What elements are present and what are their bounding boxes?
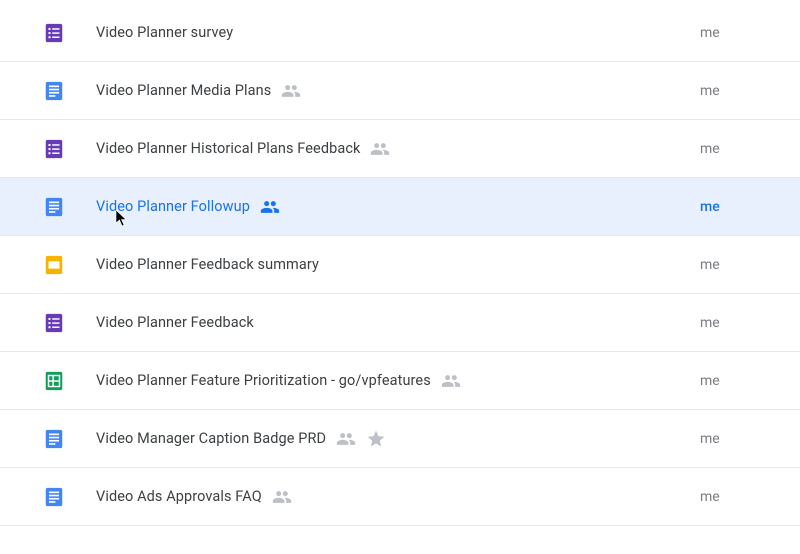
file-name: Video Planner Media Plans: [96, 82, 271, 99]
shared-icon: [260, 197, 280, 217]
shared-icon: [272, 487, 292, 507]
shared-icon: [370, 139, 390, 159]
file-owner: me: [700, 25, 748, 41]
file-name-wrap: Video Planner survey: [96, 24, 700, 41]
file-row[interactable]: Video Planner Feedback summary me: [0, 236, 800, 294]
file-name: Video Planner Feedback: [96, 314, 254, 331]
file-name: Video Ads Approvals FAQ: [96, 488, 262, 505]
file-name: Video Planner Feedback summary: [96, 256, 319, 273]
file-name-wrap: Video Planner Feedback summary: [96, 256, 700, 273]
file-row[interactable]: Video Planner Followup me: [0, 178, 800, 236]
file-owner: me: [700, 199, 748, 215]
docs-file-icon: [42, 427, 66, 451]
file-owner: me: [700, 489, 748, 505]
shared-icon: [281, 81, 301, 101]
shared-icon: [441, 371, 461, 391]
file-name-wrap: Video Ads Approvals FAQ: [96, 487, 700, 507]
forms-file-icon: [42, 21, 66, 45]
forms-file-icon: [42, 137, 66, 161]
docs-file-icon: [42, 485, 66, 509]
sheets-file-icon: [42, 369, 66, 393]
file-name-wrap: Video Planner Followup: [96, 197, 700, 217]
file-name: Video Planner Followup: [96, 198, 250, 215]
file-name: Video Planner Feature Prioritization - g…: [96, 372, 431, 389]
docs-file-icon: [42, 79, 66, 103]
file-row[interactable]: Video Planner Feature Prioritization - g…: [0, 352, 800, 410]
file-name: Video Manager Caption Badge PRD: [96, 430, 326, 447]
file-name-wrap: Video Planner Feedback: [96, 314, 700, 331]
file-owner: me: [700, 315, 748, 331]
docs-file-icon: [42, 195, 66, 219]
file-owner: me: [700, 431, 748, 447]
file-row[interactable]: Video Ads Approvals FAQ me: [0, 468, 800, 526]
file-row[interactable]: Video Planner Historical Plans Feedback m…: [0, 120, 800, 178]
file-list: Video Planner surveymeVideo Planner Medi…: [0, 0, 800, 526]
file-name-wrap: Video Planner Historical Plans Feedback: [96, 139, 700, 159]
forms-file-icon: [42, 311, 66, 335]
file-name: Video Planner survey: [96, 24, 233, 41]
file-owner: me: [700, 257, 748, 273]
file-owner: me: [700, 141, 748, 157]
file-owner: me: [700, 83, 748, 99]
file-name: Video Planner Historical Plans Feedback: [96, 140, 360, 157]
shared-icon: [336, 429, 356, 449]
slides-file-icon: [42, 253, 66, 277]
file-name-wrap: Video Planner Media Plans: [96, 81, 700, 101]
file-name-wrap: Video Manager Caption Badge PRD: [96, 429, 700, 449]
file-row[interactable]: Video Planner Media Plans me: [0, 62, 800, 120]
file-owner: me: [700, 373, 748, 389]
file-row[interactable]: Video Planner survey me: [0, 4, 800, 62]
star-icon: [366, 429, 386, 449]
file-row[interactable]: Video Planner Feedback me: [0, 294, 800, 352]
file-row[interactable]: Video Manager Caption Badge PRD me: [0, 410, 800, 468]
file-name-wrap: Video Planner Feature Prioritization - g…: [96, 371, 700, 391]
